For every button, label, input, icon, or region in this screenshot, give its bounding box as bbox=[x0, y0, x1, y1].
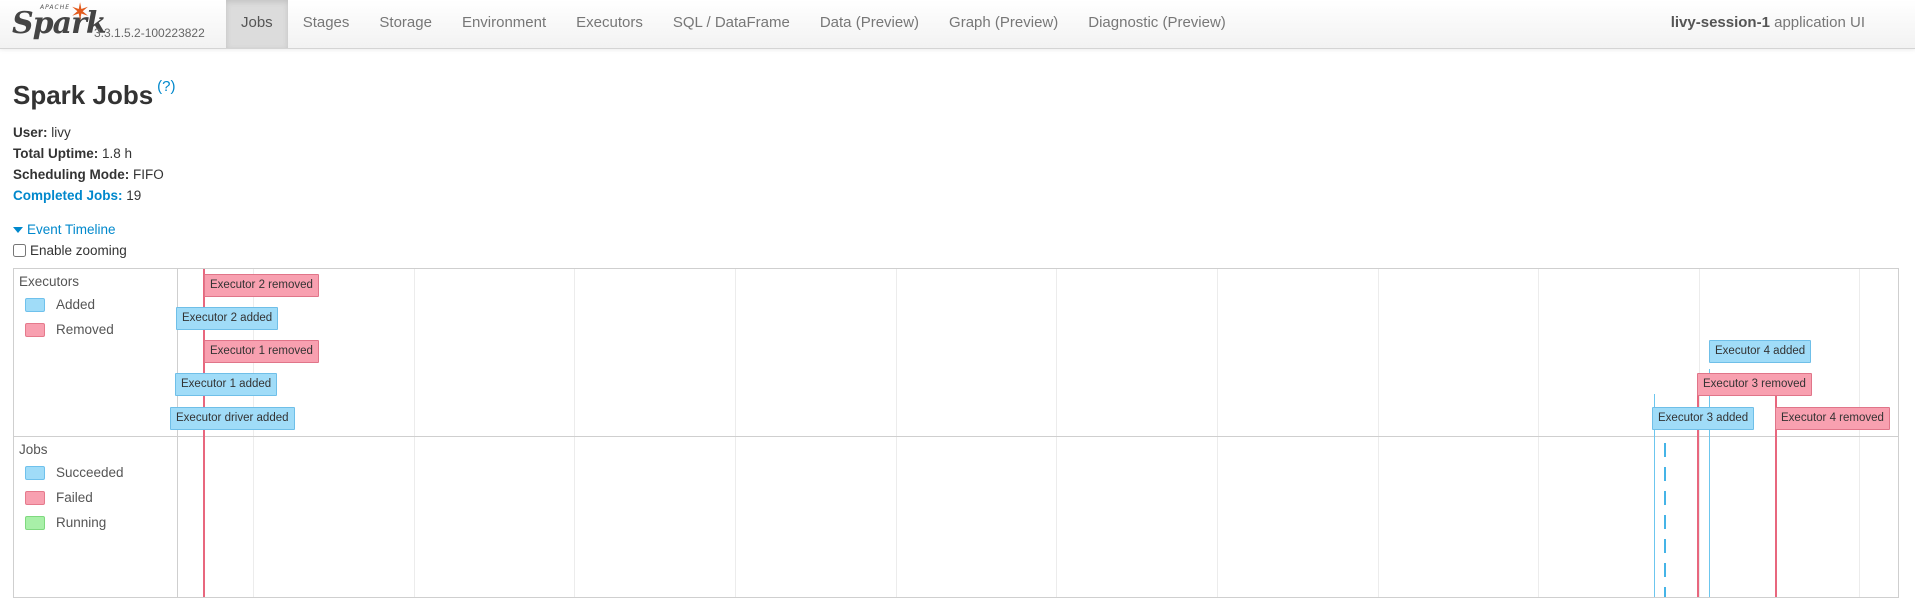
top-navbar: Spark APACHE ✶ 3.3.1.5.2-100223822 Jobs … bbox=[0, 0, 1915, 49]
timeline-gridline bbox=[1217, 269, 1218, 597]
legend-removed: Removed bbox=[25, 322, 114, 337]
uptime-value: 1.8 h bbox=[102, 146, 133, 161]
legend-succeeded: Succeeded bbox=[25, 465, 124, 480]
page-title: Spark Jobs (?) bbox=[13, 78, 176, 111]
legend-failed-label: Failed bbox=[56, 490, 93, 505]
nav-tab-data-preview[interactable]: Data (Preview) bbox=[805, 0, 934, 48]
event-timeline[interactable]: Executors Added Removed Jobs Succeeded F… bbox=[13, 268, 1899, 598]
group-separator bbox=[14, 436, 1898, 437]
nav-tab-storage[interactable]: Storage bbox=[364, 0, 447, 48]
event-executor-1-added[interactable]: Executor 1 added bbox=[175, 373, 278, 396]
scheduling-label: Scheduling Mode: bbox=[13, 167, 130, 182]
spark-version: 3.3.1.5.2-100223822 bbox=[94, 26, 205, 40]
spark-logo-text: Spark bbox=[12, 6, 107, 41]
summary-uptime: Total Uptime: 1.8 h bbox=[13, 143, 164, 164]
event-executor-2-removed[interactable]: Executor 2 removed bbox=[204, 274, 319, 297]
jobs-group-title: Jobs bbox=[19, 442, 48, 457]
event-timeline-label: Event Timeline bbox=[27, 222, 116, 237]
timeline-gridline bbox=[1056, 269, 1057, 597]
event-executor-1-removed[interactable]: Executor 1 removed bbox=[204, 340, 319, 363]
running-swatch bbox=[25, 515, 45, 530]
timeline-gridline bbox=[1538, 269, 1539, 597]
user-value: livy bbox=[51, 125, 71, 140]
app-name: livy-session-1 bbox=[1670, 14, 1770, 31]
nav-tab-graph-preview[interactable]: Graph (Preview) bbox=[934, 0, 1073, 48]
timeline-gridline bbox=[896, 269, 897, 597]
timeline-gridline bbox=[574, 269, 575, 597]
apache-logo-text: APACHE bbox=[40, 4, 71, 11]
legend-failed: Failed bbox=[25, 490, 93, 505]
executor-added-line bbox=[1709, 369, 1710, 597]
timeline-gridline bbox=[414, 269, 415, 597]
timeline-gridline bbox=[1699, 269, 1700, 597]
job-summary: User: livy Total Uptime: 1.8 h Schedulin… bbox=[13, 122, 164, 206]
enable-zooming-checkbox[interactable] bbox=[13, 244, 26, 257]
scheduling-value: FIFO bbox=[133, 167, 164, 182]
user-label: User: bbox=[13, 125, 48, 140]
event-executor-3-added[interactable]: Executor 3 added bbox=[1652, 407, 1755, 430]
removed-swatch bbox=[25, 322, 45, 337]
legend-removed-label: Removed bbox=[56, 322, 114, 337]
enable-zooming-label: Enable zooming bbox=[30, 243, 127, 258]
summary-completed-jobs: Completed Jobs: 19 bbox=[13, 185, 164, 206]
timeline-gridline bbox=[735, 269, 736, 597]
spark-star-icon: ✶ bbox=[70, 0, 91, 26]
spark-logo[interactable]: Spark APACHE ✶ 3.3.1.5.2-100223822 bbox=[12, 0, 217, 48]
jobs-group-label: Jobs Succeeded Failed Running bbox=[14, 437, 178, 597]
added-swatch bbox=[25, 297, 45, 312]
nav-tab-sql-dataframe[interactable]: SQL / DataFrame bbox=[658, 0, 805, 48]
legend-added: Added bbox=[25, 297, 95, 312]
enable-zooming[interactable]: Enable zooming bbox=[13, 243, 127, 258]
succeeded-swatch bbox=[25, 465, 45, 480]
caret-down-icon bbox=[13, 227, 23, 234]
summary-scheduling: Scheduling Mode: FIFO bbox=[13, 164, 164, 185]
completed-jobs-link[interactable]: Completed Jobs: bbox=[13, 188, 123, 203]
uptime-label: Total Uptime: bbox=[13, 146, 99, 161]
job-running-marker bbox=[1664, 443, 1666, 597]
event-executor-driver-added[interactable]: Executor driver added bbox=[170, 407, 295, 430]
nav-tab-jobs[interactable]: Jobs bbox=[226, 0, 288, 48]
app-suffix: application UI bbox=[1774, 14, 1865, 31]
timeline-gridline bbox=[1859, 269, 1860, 597]
nav-tab-diagnostic-preview[interactable]: Diagnostic (Preview) bbox=[1073, 0, 1241, 48]
legend-running: Running bbox=[25, 515, 106, 530]
nav-tabs: Jobs Stages Storage Environment Executor… bbox=[226, 0, 1241, 48]
legend-running-label: Running bbox=[56, 515, 107, 530]
event-timeline-toggle[interactable]: Event Timeline bbox=[13, 222, 116, 237]
nav-tab-environment[interactable]: Environment bbox=[447, 0, 561, 48]
event-executor-4-removed[interactable]: Executor 4 removed bbox=[1775, 407, 1890, 430]
nav-tab-stages[interactable]: Stages bbox=[288, 0, 365, 48]
legend-added-label: Added bbox=[56, 297, 96, 312]
page-title-text: Spark Jobs bbox=[13, 80, 154, 110]
summary-user: User: livy bbox=[13, 122, 164, 143]
help-link[interactable]: (?) bbox=[157, 78, 175, 95]
executors-group-title: Executors bbox=[19, 274, 80, 289]
failed-swatch bbox=[25, 490, 45, 505]
executors-group-label: Executors Added Removed bbox=[14, 269, 178, 436]
application-title: livy-session-1 application UI bbox=[1671, 0, 1865, 46]
event-executor-2-added[interactable]: Executor 2 added bbox=[176, 307, 279, 330]
legend-succeeded-label: Succeeded bbox=[56, 465, 124, 480]
nav-tab-executors[interactable]: Executors bbox=[561, 0, 658, 48]
event-executor-4-added[interactable]: Executor 4 added bbox=[1709, 340, 1812, 363]
event-executor-3-removed[interactable]: Executor 3 removed bbox=[1697, 373, 1812, 396]
timeline-gridline bbox=[1378, 269, 1379, 597]
completed-jobs-value: 19 bbox=[126, 188, 142, 203]
